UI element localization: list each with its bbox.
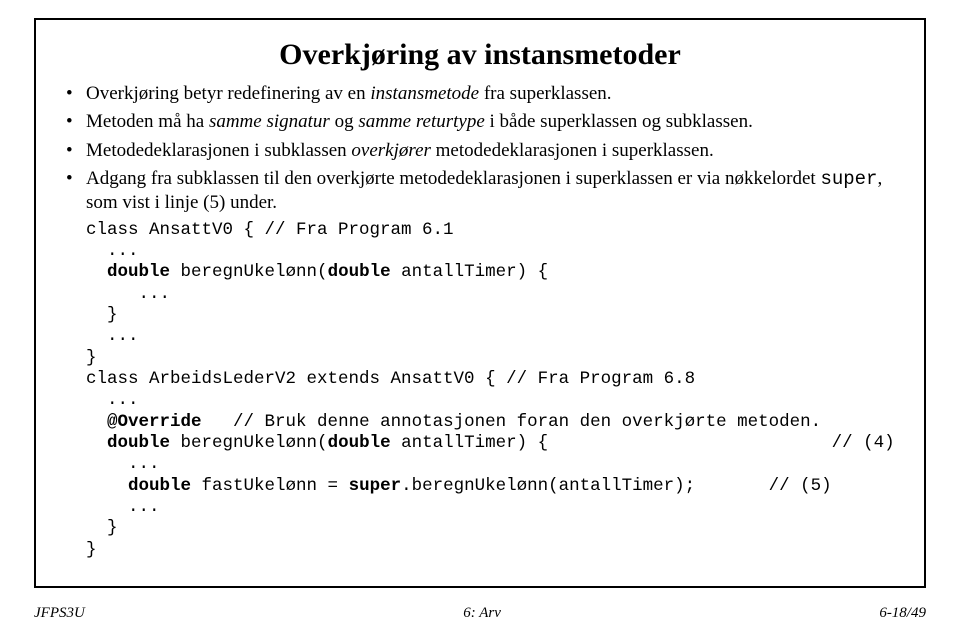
bullet-list: Overkjøring betyr redefinering av en ins…: [64, 82, 896, 216]
bullet-1: Overkjøring betyr redefinering av en ins…: [64, 82, 896, 106]
footer: JFPS3U 6: Arv 6-18/49: [34, 605, 926, 622]
content-frame: Overkjøring av instansmetoder Overkjørin…: [34, 18, 926, 588]
slide: Overkjøring av instansmetoder Overkjørin…: [0, 0, 960, 636]
footer-center: 6: Arv: [463, 605, 501, 622]
bullet-2: Metoden må ha samme signatur og samme re…: [64, 110, 896, 134]
code-block: class AnsattV0 { // Fra Program 6.1 ... …: [86, 220, 896, 562]
bullet-3: Metodedeklarasjonen i subklassen overkjø…: [64, 139, 896, 163]
footer-right: 6-18/49: [879, 605, 926, 622]
page-title: Overkjøring av instansmetoder: [64, 38, 896, 72]
footer-left: JFPS3U: [34, 605, 85, 622]
bullet-4: Adgang fra subklassen til den overkjørte…: [64, 167, 896, 216]
